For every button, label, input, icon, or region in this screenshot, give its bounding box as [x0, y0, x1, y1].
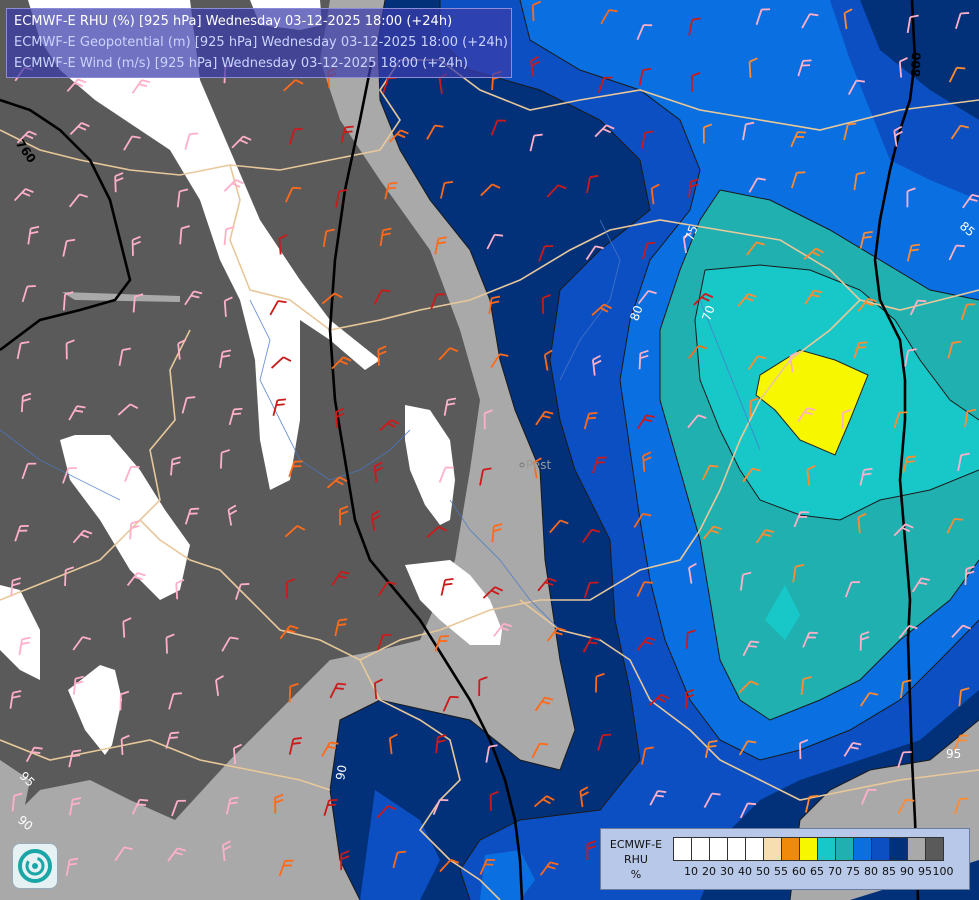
- legend-tick-label: 85: [882, 865, 896, 878]
- legend-swatch: [835, 837, 854, 861]
- legend-swatch: [925, 837, 944, 861]
- legend-tick-label: 65: [810, 865, 824, 878]
- legend-tick-label: 50: [756, 865, 770, 878]
- legend-ticks: 10 20 30 40 50 55 60 65 70 75 80 85 90 95 100: [673, 865, 965, 879]
- legend-swatch: [889, 837, 908, 861]
- legend-tick-label: 55: [774, 865, 788, 878]
- legend-swatch: [871, 837, 890, 861]
- legend-tick-label: 80: [864, 865, 878, 878]
- legend-swatch: [691, 837, 710, 861]
- legend-swatch: [853, 837, 872, 861]
- legend-tick-label: 40: [738, 865, 752, 878]
- map-header: ECMWF-E RHU (%) [925 hPa] Wednesday 03-1…: [6, 8, 512, 78]
- title-rhu: ECMWF-E RHU (%) [925 hPa] Wednesday 03-1…: [14, 14, 453, 29]
- ecmwf-swirl-logo-icon: [12, 843, 58, 889]
- city-marker: [519, 462, 525, 468]
- legend-tick-label: 60: [792, 865, 806, 878]
- legend-tick-label: 95: [918, 865, 932, 878]
- legend-tick-label: 75: [846, 865, 860, 878]
- legend-swatch: [817, 837, 836, 861]
- legend-tick-label: 70: [828, 865, 842, 878]
- geopotential-label-800-north: 800: [909, 52, 924, 78]
- rhu-label-90-s: 90: [333, 764, 349, 781]
- weather-map: Pest 760 800 75 80 70 85 95 95 90 90: [0, 0, 979, 900]
- title-wind: ECMWF-E Wind (m/s) [925 hPa] Wednesday 0…: [14, 56, 468, 71]
- legend-swatch: [781, 837, 800, 861]
- legend-tick-label: 100: [932, 865, 954, 878]
- rhu-label-95-east: 95: [946, 747, 961, 761]
- legend-tick-label: 10: [684, 865, 698, 878]
- legend-swatch: [799, 837, 818, 861]
- legend-title: ECMWF-E RHU %: [609, 838, 663, 881]
- city-label: Pest: [526, 458, 551, 472]
- legend-swatch: [907, 837, 926, 861]
- legend-swatch: [763, 837, 782, 861]
- title-geopotential: ECMWF-E Geopotential (m) [925 hPa] Wedne…: [14, 35, 508, 50]
- legend-swatch: [709, 837, 728, 861]
- legend-tick-label: 30: [720, 865, 734, 878]
- legend-swatch: [745, 837, 764, 861]
- color-legend: ECMWF-E RHU % 10 20 30 40 50 55 60 65 70 75 80 85 90…: [600, 828, 970, 890]
- legend-tick-label: 20: [702, 865, 716, 878]
- legend-tick-label: 90: [900, 865, 914, 878]
- legend-swatches: [673, 837, 944, 861]
- legend-swatch: [727, 837, 746, 861]
- legend-swatch: [673, 837, 692, 861]
